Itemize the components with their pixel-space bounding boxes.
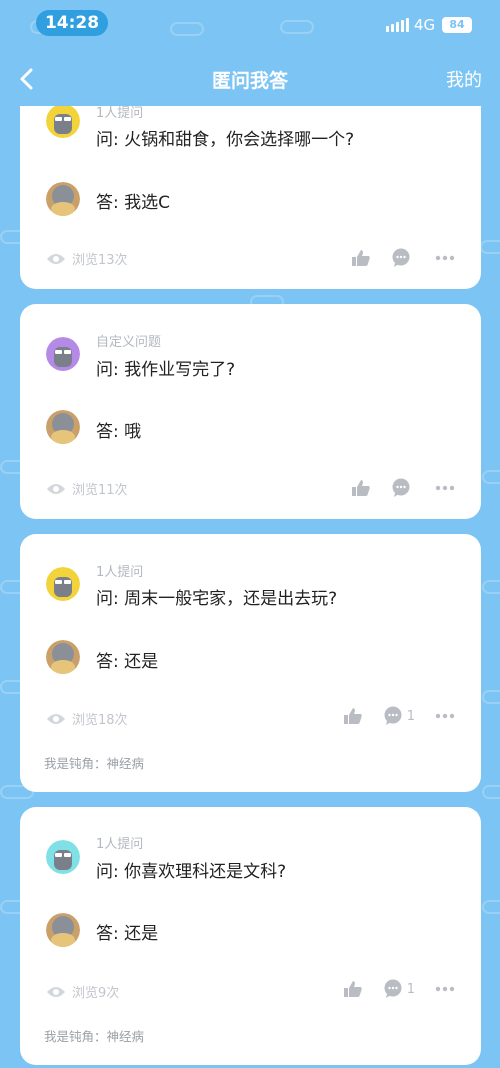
comment-icon bbox=[384, 979, 402, 998]
comment-button[interactable] bbox=[391, 478, 415, 498]
card-actions: 1 bbox=[323, 979, 455, 999]
thumbs-up-icon bbox=[352, 480, 370, 496]
view-count-label: 浏览13次 bbox=[72, 253, 128, 268]
qa-card[interactable]: 1人提问 问: 周末一般宅家，还是出去玩? 答: 还是 浏览18次 1 我是钝角… bbox=[20, 534, 481, 792]
card-actions bbox=[331, 248, 455, 268]
more-button[interactable] bbox=[435, 485, 455, 491]
asker-avatar bbox=[46, 104, 80, 138]
comment-count: 1 bbox=[406, 708, 415, 724]
question-text: 问: 我作业写完了? bbox=[96, 360, 236, 380]
like-button[interactable] bbox=[351, 479, 371, 497]
answerer-avatar bbox=[46, 640, 80, 674]
more-button[interactable] bbox=[435, 713, 455, 719]
answer-text: 答: 我选C bbox=[96, 193, 171, 213]
answer-text: 答: 哦 bbox=[96, 422, 142, 442]
asker-avatar bbox=[46, 567, 80, 601]
like-button[interactable] bbox=[351, 249, 371, 267]
more-button[interactable] bbox=[435, 255, 455, 261]
view-count-label: 浏览11次 bbox=[72, 483, 128, 498]
question-text: 问: 你喜欢理科还是文科? bbox=[96, 862, 287, 882]
more-icon bbox=[435, 986, 455, 992]
view-count-label: 浏览18次 bbox=[72, 713, 128, 728]
thumbs-up-icon bbox=[343, 708, 362, 724]
like-button[interactable] bbox=[343, 707, 363, 725]
comment-count: 1 bbox=[406, 981, 415, 997]
view-count: 浏览18次 bbox=[46, 709, 128, 728]
asker-label: 1人提问 bbox=[96, 565, 144, 580]
card-actions: 1 bbox=[323, 706, 455, 726]
more-icon bbox=[435, 713, 455, 719]
comment-icon bbox=[384, 706, 402, 725]
eye-icon bbox=[47, 483, 65, 494]
more-icon bbox=[435, 485, 455, 491]
question-text: 问: 周末一般宅家，还是出去玩? bbox=[96, 589, 338, 609]
card-actions bbox=[331, 478, 455, 498]
answerer-avatar bbox=[46, 182, 80, 216]
asker-label: 自定义问题 bbox=[96, 335, 162, 350]
answerer-avatar bbox=[46, 913, 80, 947]
qa-card[interactable]: 自定义问题 问: 我作业写完了? 答: 哦 浏览11次 bbox=[20, 304, 481, 519]
asker-avatar bbox=[46, 337, 80, 371]
asker-avatar bbox=[46, 840, 80, 874]
view-count-label: 浏览9次 bbox=[72, 986, 120, 1001]
question-text: 问: 火锅和甜食，你会选择哪一个? bbox=[96, 130, 355, 150]
battery-level: 84 bbox=[442, 17, 472, 33]
answerer-signature: 我是钝角：神经病 bbox=[44, 756, 145, 771]
answer-text: 答: 还是 bbox=[96, 924, 159, 944]
answerer-avatar bbox=[46, 410, 80, 444]
comment-icon bbox=[392, 478, 410, 497]
status-bar: 14:28 4G 84 bbox=[0, 0, 500, 46]
signal-icon bbox=[386, 18, 409, 32]
page-title: 匿问我答 bbox=[211, 70, 288, 92]
thumbs-up-icon bbox=[343, 981, 362, 997]
like-button[interactable] bbox=[343, 980, 363, 998]
view-count: 浏览9次 bbox=[46, 982, 119, 1001]
nav-bar: 匿问我答 我的 bbox=[0, 52, 500, 106]
comment-button[interactable] bbox=[391, 248, 415, 268]
thumbs-up-icon bbox=[352, 250, 370, 266]
status-time: 14:28 bbox=[36, 10, 108, 36]
answerer-signature: 我是钝角：神经病 bbox=[44, 1029, 145, 1044]
comment-button[interactable]: 1 bbox=[383, 706, 415, 726]
view-count: 浏览13次 bbox=[46, 249, 128, 268]
more-button[interactable] bbox=[435, 986, 455, 992]
network-label: 4G bbox=[414, 16, 436, 34]
eye-icon bbox=[47, 713, 65, 724]
qa-card[interactable]: 1人提问 问: 火锅和甜食，你会选择哪一个? 答: 我选C 浏览13次 bbox=[20, 90, 481, 289]
eye-icon bbox=[47, 986, 65, 997]
asker-label: 1人提问 bbox=[96, 837, 144, 852]
qa-card[interactable]: 1人提问 问: 你喜欢理科还是文科? 答: 还是 浏览9次 1 我是钝角：神经病 bbox=[20, 807, 481, 1065]
view-count: 浏览11次 bbox=[46, 479, 128, 498]
comment-icon bbox=[392, 248, 410, 267]
my-button[interactable]: 我的 bbox=[446, 66, 482, 92]
comment-button[interactable]: 1 bbox=[383, 979, 415, 999]
answer-text: 答: 还是 bbox=[96, 652, 159, 672]
more-icon bbox=[435, 255, 455, 261]
eye-icon bbox=[47, 253, 65, 264]
